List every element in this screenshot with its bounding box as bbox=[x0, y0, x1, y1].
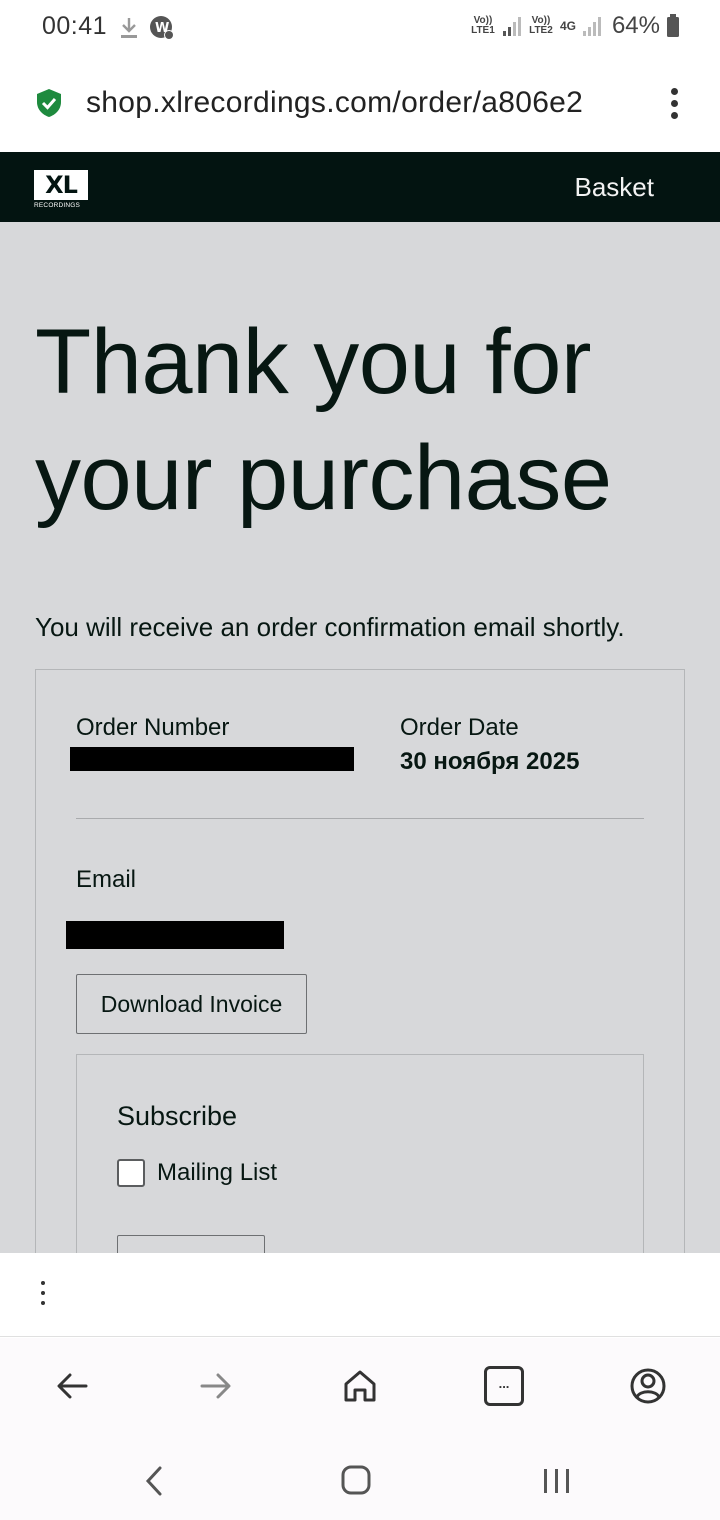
browser-overflow-strip bbox=[0, 1253, 720, 1337]
tabs-icon[interactable]: ... bbox=[484, 1366, 524, 1406]
confirmation-message: You will receive an order confirmation e… bbox=[35, 612, 625, 642]
order-number-label: Order Number bbox=[76, 714, 230, 741]
system-home-icon[interactable] bbox=[338, 1462, 374, 1498]
home-icon[interactable] bbox=[340, 1366, 380, 1406]
whatsapp-business-icon: W bbox=[150, 16, 174, 40]
subscribe-button[interactable] bbox=[117, 1235, 265, 1253]
email-redacted bbox=[66, 921, 284, 949]
site-header: XL RECORDINGS Basket bbox=[0, 152, 720, 222]
mailing-list-label[interactable]: Mailing List bbox=[157, 1159, 277, 1187]
download-invoice-button[interactable]: Download Invoice bbox=[76, 974, 307, 1034]
signal-icon-2 bbox=[582, 17, 601, 36]
system-back-icon[interactable] bbox=[140, 1464, 170, 1498]
status-bar: 00:41 W Vo)) LTE1 Vo)) LTE2 4G 64% bbox=[0, 0, 720, 56]
mailing-list-checkbox[interactable] bbox=[117, 1159, 145, 1187]
page-title-line2: your purchase bbox=[35, 427, 612, 529]
tabs-badge: ... bbox=[498, 1376, 510, 1391]
logo-mark: XL bbox=[34, 170, 88, 200]
browser-bottom-nav: ... bbox=[0, 1338, 720, 1434]
signal-icon bbox=[502, 17, 521, 36]
subscribe-title: Subscribe bbox=[117, 1101, 238, 1131]
order-summary-card: Order Number Order Date 30 ноября 2025 E… bbox=[35, 669, 685, 1253]
basket-link[interactable]: Basket bbox=[575, 172, 655, 203]
email-label: Email bbox=[76, 866, 137, 893]
url-bar[interactable]: shop.xlrecordings.com/order/a806e2 bbox=[0, 56, 720, 152]
status-time: 00:41 bbox=[42, 12, 108, 40]
order-date-label: Order Date bbox=[400, 714, 519, 741]
back-arrow-icon[interactable] bbox=[52, 1366, 92, 1406]
account-icon[interactable] bbox=[628, 1366, 668, 1406]
more-vertical-icon[interactable] bbox=[668, 88, 680, 122]
xl-logo[interactable]: XL RECORDINGS bbox=[34, 170, 88, 209]
order-number-redacted bbox=[70, 747, 354, 771]
subscribe-section: Subscribe Mailing List bbox=[76, 1054, 644, 1253]
forward-arrow-icon[interactable] bbox=[196, 1366, 236, 1406]
shield-check-icon[interactable] bbox=[36, 88, 62, 118]
sim2-label: Vo)) LTE2 bbox=[529, 15, 553, 36]
page-title: Thank you for your purchase bbox=[35, 304, 715, 536]
order-confirmation-page: Thank you for your purchase You will rec… bbox=[0, 222, 720, 1253]
status-indicators: Vo)) LTE1 Vo)) LTE2 4G 64% bbox=[470, 12, 680, 40]
system-recents-icon[interactable] bbox=[540, 1464, 574, 1498]
overflow-menu-icon[interactable] bbox=[40, 1281, 46, 1311]
sim1-label: Vo)) LTE1 bbox=[471, 15, 495, 36]
battery-percent: 64% bbox=[611, 12, 660, 39]
divider bbox=[76, 818, 644, 819]
order-date-value: 30 ноября 2025 bbox=[400, 748, 580, 775]
url-text[interactable]: shop.xlrecordings.com/order/a806e2 bbox=[86, 86, 636, 120]
logo-subtext: RECORDINGS bbox=[34, 202, 81, 209]
battery-icon bbox=[667, 14, 679, 37]
download-icon bbox=[121, 18, 137, 38]
system-nav-bar bbox=[0, 1434, 720, 1520]
network-type: 4G bbox=[559, 19, 576, 33]
page-title-line1: Thank you for bbox=[35, 311, 592, 413]
